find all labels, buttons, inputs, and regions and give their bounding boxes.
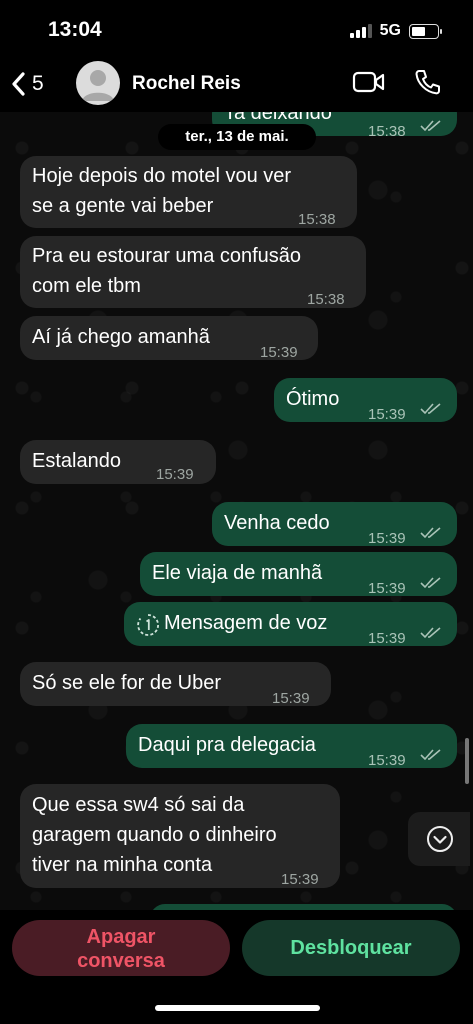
message-text: Hoje depois do motel vou ver	[32, 165, 292, 187]
message-text: Daqui pra delegacia	[138, 734, 316, 756]
delete-chat-label-line: Apagar	[86, 926, 156, 948]
message-bubble-outgoing[interactable]: Ele viaja de manhã 15:39	[140, 552, 457, 597]
message-bubble-incoming[interactable]: Hoje depois do motel vou ver se a gente …	[20, 156, 357, 228]
message-time: 15:39	[368, 580, 406, 597]
chat-area[interactable]: Ta deixando 15:38 ter., 13 de mai. Hoje …	[0, 112, 473, 910]
view-once-icon	[137, 614, 159, 636]
message-bubble-incoming[interactable]: Estalando 15:39	[20, 440, 216, 484]
status-time: 13:04	[48, 18, 102, 41]
message-text: Ótimo	[286, 388, 340, 410]
signal-icon	[349, 24, 372, 38]
message-text: Que essa sw4 só sai da	[32, 794, 245, 816]
message-time: 15:38	[307, 291, 345, 308]
avatar-placeholder-icon	[82, 70, 114, 101]
back-button[interactable]: 5	[10, 64, 44, 104]
message-time: 15:39	[368, 752, 406, 769]
message-bubble-outgoing[interactable]: Ótimo 15:39	[274, 378, 457, 423]
double-check-icon	[420, 749, 441, 761]
message-time: 15:39	[368, 530, 406, 547]
message-text: Só se ele for de Uber	[32, 672, 221, 694]
delete-chat-label-line: conversa	[77, 950, 165, 972]
scroll-down-icon	[427, 826, 453, 852]
message-time: 15:38	[368, 123, 406, 140]
double-check-icon	[420, 577, 441, 589]
date-chip: ter., 13 de mai.	[158, 124, 316, 150]
message-bubble-outgoing[interactable]: Daqui pra delegacia 15:39	[126, 724, 457, 769]
message-text: Pra eu estourar uma confusão	[32, 245, 302, 267]
message-time: 15:38	[298, 211, 336, 228]
message-text: garagem quando o dinheiro	[32, 824, 277, 846]
contact-name[interactable]: Rochel Reis	[132, 73, 241, 95]
video-call-icon[interactable]	[352, 70, 386, 94]
phone-icon[interactable]	[414, 68, 440, 96]
message-time: 15:39	[281, 871, 319, 888]
double-check-icon	[420, 120, 441, 132]
message-time: 15:39	[156, 466, 194, 483]
double-check-icon	[420, 627, 441, 639]
message-text: Mensagem de voz	[164, 612, 328, 634]
unread-count: 5	[32, 72, 44, 95]
message-bubble-incoming[interactable]: Que essa sw4 só sai da garagem quando o …	[20, 784, 340, 888]
message-bubble-incoming[interactable]: Aí já chego amanhã 15:39	[20, 316, 318, 361]
network-type: 5G	[379, 22, 401, 39]
scroll-to-bottom-button[interactable]	[408, 812, 470, 866]
message-text: Venha cedo	[224, 512, 330, 534]
message-text: se a gente vai beber	[32, 195, 214, 217]
message-time: 15:39	[368, 630, 406, 647]
message-text: Estalando	[32, 450, 121, 472]
message-text: com ele tbm	[32, 275, 141, 297]
message-text: tiver na minha conta	[32, 854, 213, 876]
avatar[interactable]	[76, 61, 120, 105]
message-time: 15:39	[260, 344, 298, 361]
battery-icon	[409, 23, 442, 39]
message-text: Ele viaja de manhã	[152, 562, 323, 584]
delete-chat-button[interactable]: Apagar conversa	[12, 920, 230, 976]
message-bubble-incoming[interactable]: Só se ele for de Uber 15:39	[20, 662, 331, 707]
unblock-button[interactable]: Desbloquear	[242, 920, 460, 976]
message-bubble-outgoing[interactable]: Venha cedo 15:39	[212, 502, 457, 547]
status-bar: 13:04 5G	[0, 0, 473, 56]
scrollbar[interactable]	[465, 738, 469, 784]
message-time: 15:39	[368, 406, 406, 423]
message-text: Aí já chego amanhã	[32, 326, 210, 348]
back-chevron-icon	[12, 72, 25, 96]
voice-message-bubble[interactable]: Mensagem de voz 15:39	[124, 602, 457, 647]
chat-header: 5 Rochel Reis	[0, 56, 473, 112]
message-time: 15:39	[272, 690, 310, 707]
home-indicator	[155, 1005, 320, 1011]
status-indicators: 5G	[349, 22, 442, 40]
message-bubble-incoming[interactable]: Pra eu estourar uma confusão com ele tbm…	[20, 236, 366, 308]
double-check-icon	[420, 527, 441, 539]
double-check-icon	[420, 403, 441, 415]
